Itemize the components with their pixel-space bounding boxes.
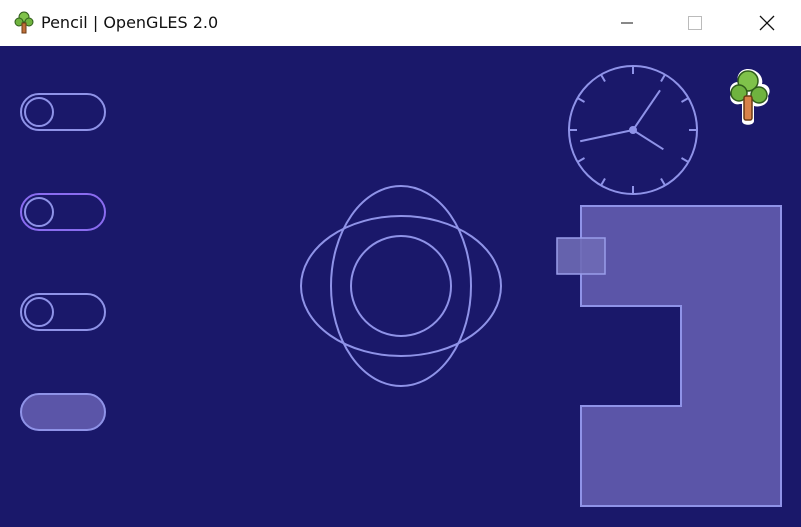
clock-minute-hand	[632, 89, 661, 131]
minimize-icon	[621, 22, 633, 24]
maximize-icon	[688, 16, 702, 30]
clock-tick	[660, 177, 666, 186]
clock-second-hand	[579, 129, 634, 143]
toggle-1[interactable]	[20, 93, 106, 131]
inner-circle	[350, 235, 452, 337]
clock-tick	[600, 74, 606, 83]
drag-handle	[556, 237, 606, 275]
clock-center	[629, 126, 637, 134]
minimize-button[interactable]	[598, 0, 656, 46]
clock-tick	[680, 97, 689, 103]
clock-tick	[660, 74, 666, 83]
atom-figure	[300, 185, 502, 387]
toggle-4[interactable]	[20, 393, 106, 431]
clock-tick	[577, 97, 586, 103]
polygon-panel[interactable]	[556, 205, 782, 507]
window-title: Pencil | OpenGLES 2.0	[41, 13, 219, 32]
toggle-3[interactable]	[20, 293, 106, 331]
toggle-2[interactable]	[20, 193, 106, 231]
clock-tick	[600, 177, 606, 186]
clock-tick	[577, 157, 586, 163]
gl-canvas[interactable]	[0, 46, 801, 527]
clock	[568, 65, 698, 195]
scene	[20, 65, 782, 507]
close-icon	[759, 15, 775, 31]
close-button[interactable]	[738, 0, 796, 46]
clock-tick	[680, 157, 689, 163]
tree-icon	[14, 11, 34, 34]
clock-hour-hand	[632, 129, 664, 151]
maximize-button[interactable]	[666, 0, 724, 46]
window-titlebar[interactable]: Pencil | OpenGLES 2.0	[0, 0, 801, 46]
tree-icon	[729, 69, 770, 125]
